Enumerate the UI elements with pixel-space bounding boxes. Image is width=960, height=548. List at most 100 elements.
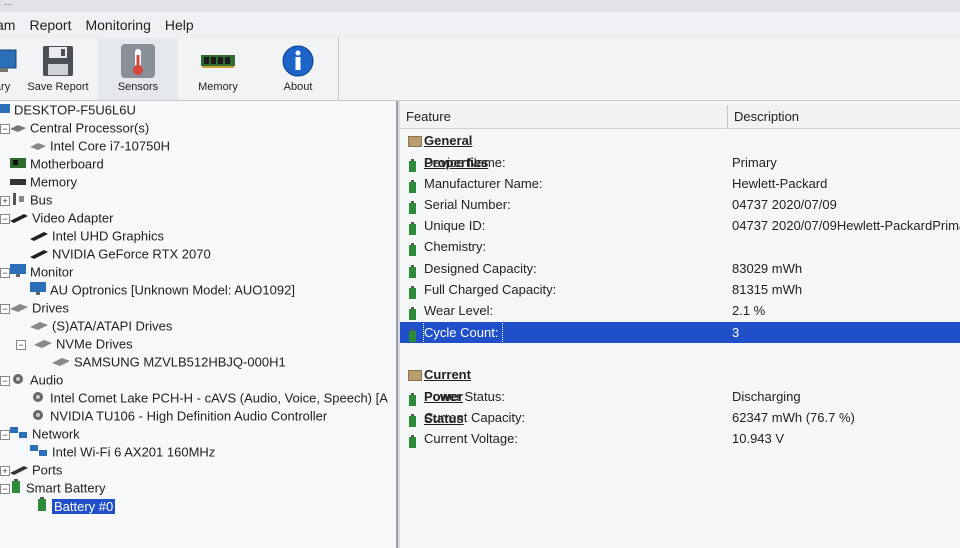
tree-label: Intel UHD Graphics [52,228,164,244]
row-serial-number[interactable]: Serial Number: 04737 2020/07/09 [400,194,960,215]
column-header-description[interactable]: Description [728,105,960,129]
tree-label: NVIDIA GeForce RTX 2070 [52,246,211,262]
menu-bar: am Report Monitoring Help [0,12,960,38]
tree-item-ssd[interactable]: SAMSUNG MZVLB512HBJQ-000H1 [0,353,396,371]
tree-item-battery-0[interactable]: Battery #0 [0,497,396,515]
tree-item-bus[interactable]: + Bus [0,191,396,209]
row-unique-id[interactable]: Unique ID: 04737 2020/07/09Hewlett-Packa… [400,215,960,236]
collapse-icon[interactable]: − [0,430,10,440]
tree-label: Battery #0 [52,498,116,514]
folder-icon [408,370,422,381]
network-icon [10,426,28,444]
monitor-icon [30,281,46,300]
feature-value: 83029 mWh [732,261,803,276]
row-wear-level[interactable]: Wear Level: 2.1 % [400,300,960,321]
tree-label: Smart Battery [26,480,106,496]
feature-label: Device Name: [424,155,506,170]
save-report-label: Save Report [27,81,89,93]
collapse-icon[interactable]: − [0,124,10,134]
feature-value: 04737 2020/07/09 [732,197,837,212]
info-icon [280,42,316,80]
tree-item-nvme[interactable]: − NVMe Drives [0,335,396,353]
sensors-label: Sensors [117,81,159,93]
feature-value: 62347 mWh (76.7 %) [732,410,855,425]
tree-label: AU Optronics [Unknown Model: AUO1092] [50,282,295,298]
feature-label: Wear Level: [424,303,494,318]
tree-item-wifi[interactable]: Intel Wi-Fi 6 AX201 160MHz [0,443,396,461]
tree-label: Video Adapter [32,210,114,226]
expand-icon[interactable]: + [0,466,10,476]
feature-value: 2.1 % [732,303,766,318]
port-icon [10,462,28,480]
battery-icon [408,433,420,454]
feature-label: Manufacturer Name: [424,176,543,191]
menu-report[interactable]: Report [19,17,81,33]
tree-item-ports[interactable]: + Ports [0,461,396,479]
column-header-label: Feature [406,109,451,124]
tree-label: Bus [30,192,53,208]
tree-label: Network [32,426,80,442]
tree-item-motherboard[interactable]: Motherboard [0,155,396,173]
menu-help[interactable]: Help [155,17,204,33]
tree-item-memory[interactable]: Memory [0,173,396,191]
tree-item-network[interactable]: − Network [0,425,396,443]
row-power-status[interactable]: Power Status: Discharging [400,386,960,407]
details-list[interactable]: Feature Description General Properties D… [400,101,960,548]
tree-item-drives[interactable]: − Drives [0,299,396,317]
tree-item-cpu[interactable]: − Central Processor(s) [0,119,396,137]
tree-item-display[interactable]: AU Optronics [Unknown Model: AUO1092] [0,281,396,299]
tree-item-audio-intel[interactable]: Intel Comet Lake PCH-H - cAVS (Audio, Vo… [0,389,396,407]
row-current-capacity[interactable]: Current Capacity: 62347 mWh (76.7 %) [400,407,960,428]
summary-button[interactable]: mary [0,38,18,100]
tree-item-audio-nvidia[interactable]: NVIDIA TU106 - High Definition Audio Con… [0,407,396,425]
battery-icon [36,497,48,516]
row-designed-capacity[interactable]: Designed Capacity: 83029 mWh [400,258,960,279]
tree-item-computer[interactable]: DESKTOP-F5U6L6U [0,101,396,119]
collapse-icon[interactable]: − [0,214,10,224]
collapse-icon[interactable]: − [0,484,10,494]
row-cycle-count[interactable]: Cycle Count: 3 [400,321,960,344]
feature-label: Cycle Count: [422,321,504,344]
graphics-card-icon [30,228,48,246]
feature-value: 04737 2020/07/09Hewlett-PackardPrima [732,218,960,233]
tree-item-gpu-nvidia[interactable]: NVIDIA GeForce RTX 2070 [0,245,396,263]
tree-item-monitor[interactable]: − Monitor [0,263,396,281]
menu-monitoring[interactable]: Monitoring [75,17,160,33]
window-title: ... [4,0,13,8]
tree-item-smart-battery[interactable]: − Smart Battery [0,479,396,497]
expand-icon[interactable]: + [0,196,10,206]
feature-value: 81315 mWh [732,282,803,297]
collapse-icon[interactable]: − [16,340,26,350]
graphics-card-icon [30,246,48,264]
row-manufacturer[interactable]: Manufacturer Name: Hewlett-Packard [400,173,960,194]
row-chemistry[interactable]: Chemistry: [400,236,960,257]
toolbar-group-main: mary Save Report Sensors Memory About [0,38,339,100]
tree-label: DESKTOP-F5U6L6U [14,102,136,118]
tree-item-gpu-intel[interactable]: Intel UHD Graphics [0,227,396,245]
tree-label: Intel Comet Lake PCH-H - cAVS (Audio, Vo… [50,390,388,406]
sensors-button[interactable]: Sensors [98,38,178,100]
collapse-icon[interactable]: − [0,304,10,314]
row-full-charged-capacity[interactable]: Full Charged Capacity: 81315 mWh [400,279,960,300]
about-button[interactable]: About [258,38,338,100]
feature-value: Primary [732,155,777,170]
tree-item-audio[interactable]: − Audio [0,371,396,389]
row-device-name[interactable]: Device Name: Primary [400,152,960,173]
memory-button[interactable]: Memory [178,38,258,100]
tree-item-sata[interactable]: (S)ATA/ATAPI Drives [0,317,396,335]
tree-label: Motherboard [30,156,104,172]
tree-label: Memory [30,174,77,190]
bus-icon [10,192,26,210]
column-header-feature[interactable]: Feature [400,105,728,129]
collapse-icon[interactable]: − [0,376,10,386]
device-tree[interactable]: DESKTOP-F5U6L6U − Central Processor(s) I… [0,101,398,548]
battery-icon [10,479,22,498]
row-current-voltage[interactable]: Current Voltage: 10.943 V [400,428,960,449]
about-label: About [283,81,313,93]
speaker-icon [30,408,46,426]
drive-icon [34,336,52,354]
save-report-button[interactable]: Save Report [18,38,98,100]
tree-item-cpu-model[interactable]: Intel Core i7-10750H [0,137,396,155]
tree-item-video-adapter[interactable]: − Video Adapter [0,209,396,227]
collapse-icon[interactable]: − [0,268,10,278]
